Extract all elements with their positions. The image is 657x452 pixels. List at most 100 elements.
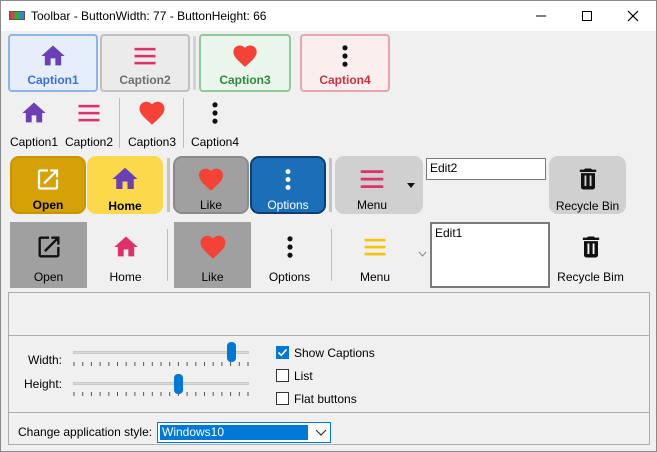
toolbar3-recycle-bin-label: Recycle Bin — [555, 199, 620, 213]
toolbar3-menu-label: Menu — [356, 198, 388, 212]
toolbar4-home-button[interactable]: Home — [87, 222, 164, 288]
toolbar4-like-button[interactable]: Like — [174, 222, 251, 288]
width-slider-ticks — [73, 362, 249, 366]
open-external-icon — [38, 236, 59, 258]
divider — [9, 412, 649, 413]
list-label: List — [294, 369, 313, 383]
style-combobox-value: Windows10 — [160, 425, 308, 440]
toolbar4-open-label: Open — [33, 270, 64, 284]
style-combobox[interactable]: Windows10 — [157, 422, 331, 443]
toolbar2-caption2-button[interactable]: Caption2 — [63, 97, 115, 149]
toolbar3-options-button[interactable]: Options — [250, 156, 326, 214]
home-icon — [22, 102, 46, 123]
toolbar1-separator — [193, 36, 196, 90]
window-title: Toolbar - ButtonWidth: 77 - ButtonHeight… — [31, 9, 267, 23]
toolbar1-caption2-button[interactable]: Caption2 — [100, 34, 190, 92]
toolbar2-caption1-button[interactable]: Caption1 — [8, 97, 60, 149]
open-external-icon — [37, 169, 59, 190]
checkmark-icon — [277, 348, 288, 357]
toolbar3-options-label: Options — [267, 198, 309, 212]
toolbar1-caption3-button[interactable]: Caption3 — [199, 34, 291, 92]
toolbar4-recycle-bin-label: Recycle Bim — [557, 270, 624, 284]
width-slider-track[interactable] — [73, 351, 249, 354]
toolbar4-options-label: Options — [268, 270, 311, 284]
home-icon — [113, 236, 138, 257]
toolbar1-caption2-label: Caption2 — [119, 73, 171, 87]
toolbar3-open-label: Open — [32, 198, 64, 212]
title-bar[interactable]: Toolbar - ButtonWidth: 77 - ButtonHeight… — [1, 1, 656, 31]
height-slider-thumb[interactable] — [174, 374, 184, 394]
toolbar3-separator — [167, 158, 170, 212]
width-slider-thumb[interactable] — [226, 342, 236, 362]
flat-buttons-checkbox[interactable] — [276, 392, 289, 405]
heart-icon — [233, 45, 257, 67]
toolbar2-caption3-label: Caption3 — [127, 135, 177, 149]
toolbar2-caption1-label: Caption1 — [9, 135, 59, 149]
toolbar1-caption1-button[interactable]: Caption1 — [8, 34, 98, 92]
heart-icon — [198, 168, 224, 191]
close-button[interactable] — [610, 1, 656, 31]
maximize-button[interactable] — [564, 1, 610, 31]
height-label: Height: — [24, 377, 63, 391]
toolbar3-open-button[interactable]: Open — [10, 156, 86, 214]
toolbar2-separator — [119, 98, 120, 148]
style-label: Change application style: — [18, 425, 153, 439]
toolbar4-like-label: Like — [201, 270, 224, 284]
more-vertical-icon — [286, 236, 293, 258]
toolbar3-home-button[interactable]: Home — [87, 156, 163, 214]
menu-icon — [360, 170, 384, 188]
list-checkbox[interactable] — [276, 369, 289, 382]
chevron-down-icon — [315, 429, 327, 436]
minimize-button[interactable] — [518, 1, 564, 31]
toolbar3-home-label: Home — [108, 199, 142, 213]
width-label: Width: — [28, 353, 63, 367]
more-vertical-icon — [342, 45, 348, 67]
home-icon — [41, 45, 65, 66]
toolbar3-like-label: Like — [199, 198, 222, 212]
toolbar4-separator — [331, 229, 332, 281]
app-window: Toolbar - ButtonWidth: 77 - ButtonHeight… — [0, 0, 657, 452]
app-icon — [9, 11, 25, 20]
toolbar1-caption4-button[interactable]: Caption4 — [300, 34, 390, 92]
more-vertical-icon — [285, 169, 291, 190]
toolbar4-menu-button[interactable]: Menu — [334, 222, 420, 288]
chevron-down-icon[interactable] — [406, 181, 416, 189]
toolbar2-caption3-button[interactable]: Caption3 — [124, 97, 180, 149]
height-slider-ticks — [73, 392, 249, 396]
toolbar2-caption4-label: Caption4 — [190, 135, 240, 149]
toolbar4-separator — [167, 229, 168, 281]
show-captions-checkbox[interactable] — [276, 346, 289, 359]
edit1-field[interactable]: Edit1 — [430, 222, 550, 288]
more-vertical-icon — [212, 102, 218, 124]
maximize-icon — [582, 11, 592, 21]
close-icon — [627, 10, 639, 22]
trash-icon — [582, 236, 599, 258]
show-captions-label: Show Captions — [294, 346, 375, 360]
toolbar3-like-button[interactable]: Like — [173, 156, 249, 214]
minimize-icon — [536, 15, 546, 17]
toolbar2-separator — [183, 98, 184, 148]
toolbar1-caption4-label: Caption4 — [319, 73, 371, 87]
toolbar3-recycle-bin-button[interactable]: Recycle Bin — [549, 156, 626, 214]
edit2-field[interactable]: Edit2 — [426, 158, 546, 180]
toolbar3-separator — [329, 158, 332, 212]
chevron-down-icon[interactable] — [418, 251, 427, 257]
menu-icon — [78, 104, 100, 122]
toolbar1-caption1-label: Caption1 — [27, 73, 79, 87]
flat-buttons-label: Flat buttons — [294, 392, 357, 406]
heart-icon — [139, 101, 165, 125]
toolbar4-menu-label: Menu — [359, 270, 391, 284]
trash-icon — [579, 168, 596, 190]
home-icon — [112, 167, 138, 189]
toolbar4-recycle-bin-button[interactable]: Recycle Bim — [552, 222, 629, 288]
toolbar4-options-button[interactable]: Options — [251, 222, 328, 288]
toolbar2-caption4-button[interactable]: Caption4 — [187, 97, 243, 149]
toolbar2-caption2-label: Caption2 — [64, 135, 114, 149]
divider — [9, 335, 649, 336]
toolbar4-open-button[interactable]: Open — [10, 222, 87, 288]
menu-icon — [364, 238, 386, 256]
height-slider-track[interactable] — [73, 382, 249, 385]
menu-icon — [134, 47, 156, 65]
toolbar4-home-label: Home — [109, 270, 142, 284]
toolbar1-caption3-label: Caption3 — [219, 73, 271, 87]
